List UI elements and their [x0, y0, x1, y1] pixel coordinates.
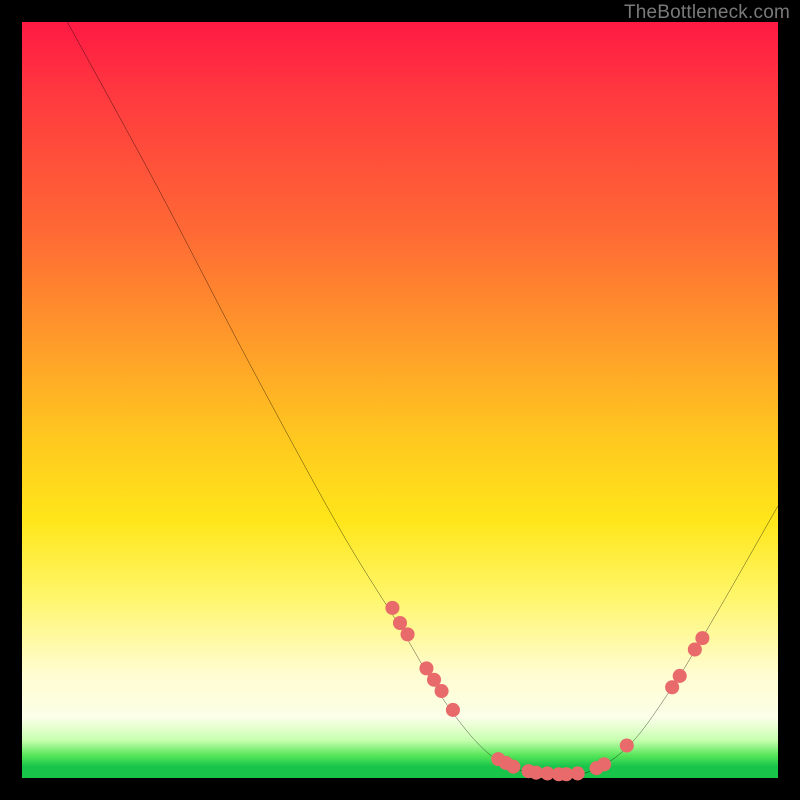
marker-dot: [435, 684, 449, 698]
marker-dot: [506, 760, 520, 774]
chart-frame: TheBottleneck.com: [0, 0, 800, 800]
watermark-text: TheBottleneck.com: [624, 2, 790, 24]
marker-dot: [673, 669, 687, 683]
marker-dot: [446, 703, 460, 717]
marker-dot: [571, 766, 585, 780]
marker-dot: [695, 631, 709, 645]
highlight-points: [385, 601, 709, 781]
marker-dot: [597, 757, 611, 771]
marker-dot: [620, 738, 634, 752]
marker-dot: [385, 601, 399, 615]
plot-area: [22, 22, 778, 778]
curve-layer: [22, 22, 778, 778]
marker-dot: [401, 627, 415, 641]
